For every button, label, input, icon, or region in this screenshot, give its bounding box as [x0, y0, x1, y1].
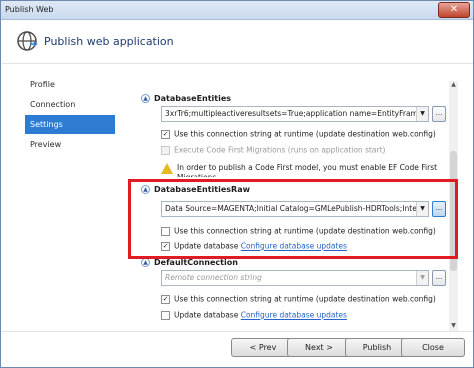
window-title: Publish Web [5, 5, 54, 14]
migration-warning: In order to publish a Code First model, … [161, 163, 441, 177]
section-label: DefaultConnection [154, 258, 238, 267]
connection-string-combo[interactable]: Remote connection string ▼ [161, 270, 429, 286]
close-button[interactable]: Close [401, 338, 465, 357]
warning-text: In order to publish a Code First model, … [177, 163, 438, 177]
section-label: DatabaseEntities [154, 94, 232, 103]
code-first-checkbox [161, 145, 170, 155]
publish-web-dialog: Publish Web ✕ Publish web application Pr… [0, 0, 474, 368]
nav-item-preview[interactable]: Preview [25, 135, 115, 154]
dialog-header: Publish web application [2, 21, 473, 63]
footer-divider [2, 331, 473, 332]
nav-item-connection[interactable]: Connection [25, 95, 115, 114]
connection-string-value: 3xrTr6;multipleactiveresultsets=True;app… [165, 109, 429, 118]
nav-item-settings[interactable]: Settings [25, 115, 115, 134]
header-divider [2, 63, 473, 64]
publish-button[interactable]: Publish [345, 338, 409, 357]
warning-icon [161, 163, 173, 174]
browse-button[interactable]: ... [432, 106, 446, 122]
chevron-down-icon[interactable]: ▼ [416, 271, 428, 285]
collapse-icon[interactable]: ▲ [141, 94, 150, 103]
scroll-down-icon[interactable]: ▼ [449, 322, 458, 331]
next-button[interactable]: Next > [287, 338, 351, 357]
section-header-database-entities: ▲ DatabaseEntities [141, 94, 231, 103]
code-first-checkbox-row: Execute Code First Migrations (runs on a… [161, 145, 385, 156]
connection-string-placeholder: Remote connection string [165, 273, 262, 282]
update-database-checkbox-row[interactable]: Update database Configure database updat… [161, 310, 347, 321]
scroll-up-icon[interactable]: ▲ [449, 81, 458, 90]
annotation-highlight-box [128, 179, 458, 259]
globe-icon [17, 31, 38, 51]
wizard-nav: Profile Connection Settings Preview [25, 75, 115, 155]
checkbox-label: Execute Code First Migrations (runs on a… [174, 145, 386, 155]
use-runtime-checkbox[interactable]: ✓ [161, 294, 170, 304]
collapse-icon[interactable]: ▲ [141, 258, 150, 267]
nav-item-profile[interactable]: Profile [25, 75, 115, 94]
prev-button[interactable]: < Prev [231, 338, 295, 357]
close-window-button[interactable]: ✕ [438, 2, 470, 18]
checkbox-label: Use this connection string at runtime (u… [174, 129, 436, 139]
checkbox-label: Update database [174, 310, 239, 320]
use-runtime-checkbox-row[interactable]: ✓ Use this connection string at runtime (… [161, 129, 436, 140]
header-title: Publish web application [44, 35, 174, 48]
browse-button[interactable]: ... [432, 270, 446, 286]
chevron-down-icon[interactable]: ▼ [416, 107, 428, 121]
section-header-default-connection: ▲ DefaultConnection [141, 258, 238, 267]
checkbox-label: Use this connection string at runtime (u… [174, 294, 436, 304]
update-database-checkbox[interactable] [161, 310, 170, 320]
connection-string-combo[interactable]: 3xrTr6;multipleactiveresultsets=True;app… [161, 106, 429, 122]
use-runtime-checkbox[interactable]: ✓ [161, 129, 170, 139]
configure-database-updates-link[interactable]: Configure database updates [241, 311, 347, 320]
use-runtime-checkbox-row[interactable]: ✓ Use this connection string at runtime (… [161, 294, 436, 305]
title-bar: Publish Web ✕ [1, 1, 473, 20]
